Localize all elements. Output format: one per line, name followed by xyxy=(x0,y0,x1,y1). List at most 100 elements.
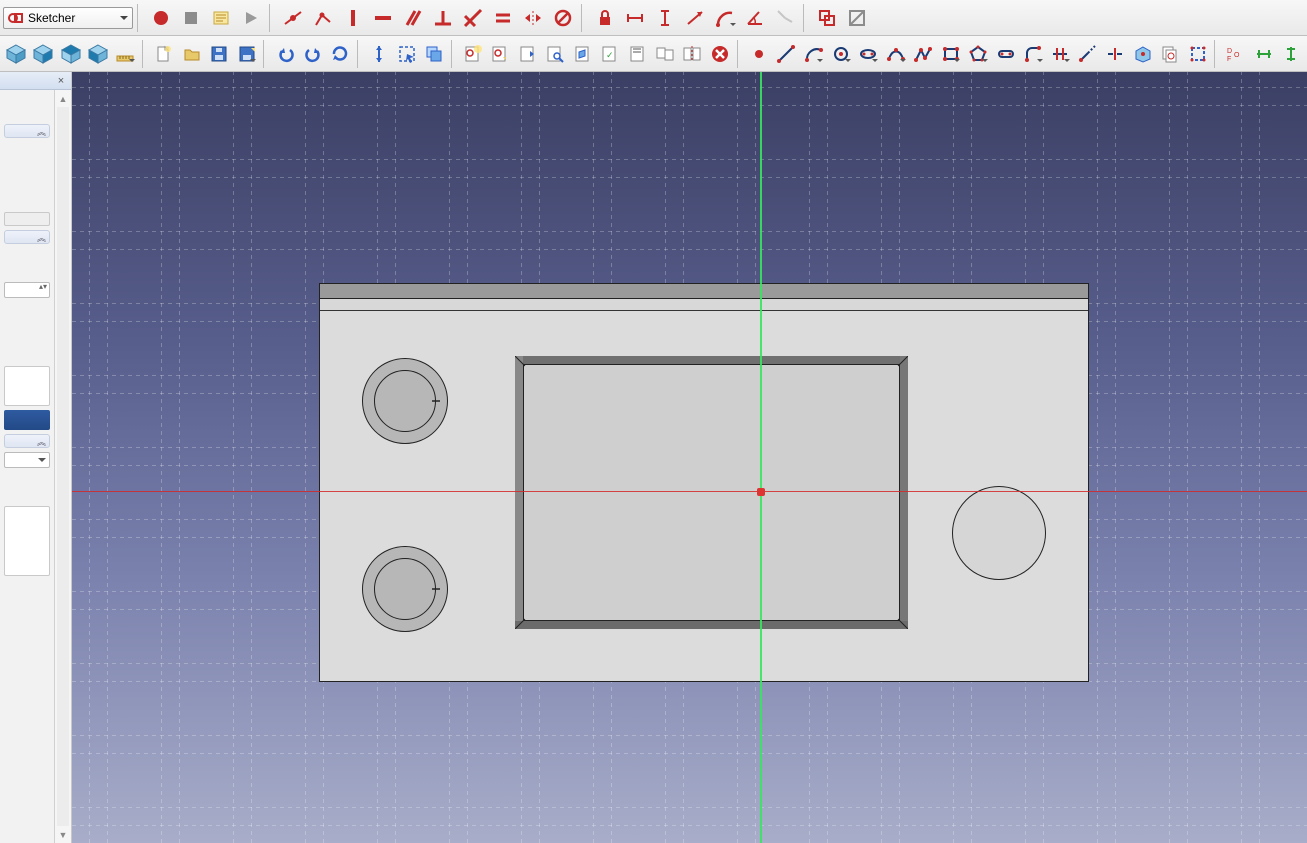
constraint-lock-button[interactable] xyxy=(591,4,619,32)
sketch-viewport[interactable] xyxy=(72,72,1307,843)
validate-sketch-button[interactable] xyxy=(625,40,650,68)
constraint-vertical-button[interactable] xyxy=(339,4,367,32)
refresh-button[interactable] xyxy=(328,40,353,68)
map-sketch-button[interactable] xyxy=(570,40,595,68)
workbench-name: Sketcher xyxy=(28,11,75,25)
combo-view-panel: × ︽ ︽ ︽ ▲ ▼ xyxy=(0,72,72,843)
panel-dropdown[interactable] xyxy=(4,452,50,468)
constraint-parallel-button[interactable] xyxy=(399,4,427,32)
panel-section-3[interactable]: ︽ xyxy=(4,434,50,448)
panel-section-2[interactable]: ︽ xyxy=(4,230,50,244)
geom-bspline-button[interactable] xyxy=(883,40,908,68)
geom-conic-button[interactable] xyxy=(856,40,881,68)
merge-sketch-button[interactable] xyxy=(652,40,677,68)
new-sketch-button[interactable] xyxy=(460,40,485,68)
toggle-reference-button[interactable] xyxy=(843,4,871,32)
panel-scrollbar[interactable]: ▲ ▼ xyxy=(54,90,71,843)
constraint-angle-button[interactable] xyxy=(741,4,769,32)
constraint-symmetric-button[interactable] xyxy=(519,4,547,32)
geom-point-button[interactable] xyxy=(746,40,771,68)
panel-close-button[interactable]: × xyxy=(54,74,68,88)
x-axis xyxy=(72,491,1307,492)
measure-button[interactable] xyxy=(113,40,138,68)
select-dof-button[interactable]: DFO xyxy=(1224,40,1249,68)
svg-text:O: O xyxy=(1234,52,1240,59)
toolbar-row-2: ✓ DFO xyxy=(0,36,1307,72)
constraint-block-button[interactable] xyxy=(549,4,577,32)
geom-fillet-button[interactable] xyxy=(1020,40,1045,68)
geom-line-button[interactable] xyxy=(773,40,798,68)
save-file-button[interactable] xyxy=(206,40,231,68)
open-file-button[interactable] xyxy=(179,40,204,68)
box-select-button[interactable] xyxy=(394,40,419,68)
geom-circle-button[interactable] xyxy=(828,40,853,68)
geom-slot-button[interactable] xyxy=(993,40,1018,68)
view-top-button[interactable] xyxy=(58,40,83,68)
select-associated-button[interactable] xyxy=(1279,40,1304,68)
panel-list-2[interactable] xyxy=(4,506,50,576)
undo-button[interactable] xyxy=(273,40,298,68)
constraint-snell-button[interactable] xyxy=(771,4,799,32)
panel-section-1[interactable]: ︽ xyxy=(4,124,50,138)
scroll-up-icon[interactable]: ▲ xyxy=(55,90,71,107)
sketcher-icon xyxy=(8,10,24,26)
constraint-distance-button[interactable] xyxy=(681,4,709,32)
constraint-coincident-button[interactable] xyxy=(279,4,307,32)
constraint-perpendicular-button[interactable] xyxy=(429,4,457,32)
view-iso-button[interactable] xyxy=(3,40,28,68)
mirror-sketch-button[interactable] xyxy=(680,40,705,68)
link-button[interactable] xyxy=(367,40,392,68)
stop-macro-button[interactable] xyxy=(177,4,205,32)
constraint-equal-button[interactable] xyxy=(489,4,517,32)
redo-button[interactable] xyxy=(300,40,325,68)
record-macro-button[interactable] xyxy=(147,4,175,32)
constraint-radius-button[interactable] xyxy=(711,4,739,32)
geom-arc-button[interactable] xyxy=(801,40,826,68)
workbench-selector[interactable]: Sketcher xyxy=(3,7,133,29)
constraint-tangent-button[interactable] xyxy=(459,4,487,32)
view-sketch-button[interactable] xyxy=(543,40,568,68)
toolbar-row-1: Sketcher xyxy=(0,0,1307,36)
geom-extend-button[interactable] xyxy=(1075,40,1100,68)
panel-field-1[interactable] xyxy=(4,212,50,226)
geom-carbon-button[interactable] xyxy=(1157,40,1182,68)
chevron-down-icon xyxy=(120,16,128,24)
panel-selected-row[interactable] xyxy=(4,410,50,430)
constraint-hdist-button[interactable] xyxy=(621,4,649,32)
stop-operation-button[interactable] xyxy=(707,40,732,68)
chevron-up-icon: ︽ xyxy=(37,435,46,448)
select-constraints-button[interactable] xyxy=(1251,40,1276,68)
geom-external-button[interactable] xyxy=(1130,40,1155,68)
execute-macro-button[interactable] xyxy=(237,4,265,32)
constraint-vdist-button[interactable] xyxy=(651,4,679,32)
geom-polygon-button[interactable] xyxy=(965,40,990,68)
geom-construction-button[interactable] xyxy=(1185,40,1210,68)
chevron-up-icon: ︽ xyxy=(37,125,46,138)
geom-split-button[interactable] xyxy=(1103,40,1128,68)
panel-spinner[interactable] xyxy=(4,282,50,298)
leave-sketch-button[interactable] xyxy=(515,40,540,68)
part-hole-top-left xyxy=(362,358,448,444)
chevron-up-icon: ︽ xyxy=(37,231,46,244)
saveas-file-button[interactable] xyxy=(234,40,259,68)
clone-button[interactable] xyxy=(813,4,841,32)
svg-text:F: F xyxy=(1227,56,1231,63)
scroll-down-icon[interactable]: ▼ xyxy=(55,826,71,843)
panel-header: × xyxy=(0,72,71,90)
view-right-button[interactable] xyxy=(85,40,110,68)
origin-point xyxy=(757,488,765,496)
geom-polyline-button[interactable] xyxy=(911,40,936,68)
reorient-sketch-button[interactable]: ✓ xyxy=(597,40,622,68)
geom-trim-button[interactable] xyxy=(1048,40,1073,68)
view-front-button[interactable] xyxy=(30,40,55,68)
constraint-horizontal-button[interactable] xyxy=(369,4,397,32)
constraint-point-on-button[interactable] xyxy=(309,4,337,32)
svg-text:D: D xyxy=(1227,48,1232,55)
edit-sketch-button[interactable] xyxy=(488,40,513,68)
send-back-button[interactable] xyxy=(421,40,446,68)
new-file-button[interactable] xyxy=(152,40,177,68)
geom-rect-button[interactable] xyxy=(938,40,963,68)
y-axis xyxy=(760,72,762,843)
panel-list-1[interactable] xyxy=(4,366,50,406)
macros-button[interactable] xyxy=(207,4,235,32)
